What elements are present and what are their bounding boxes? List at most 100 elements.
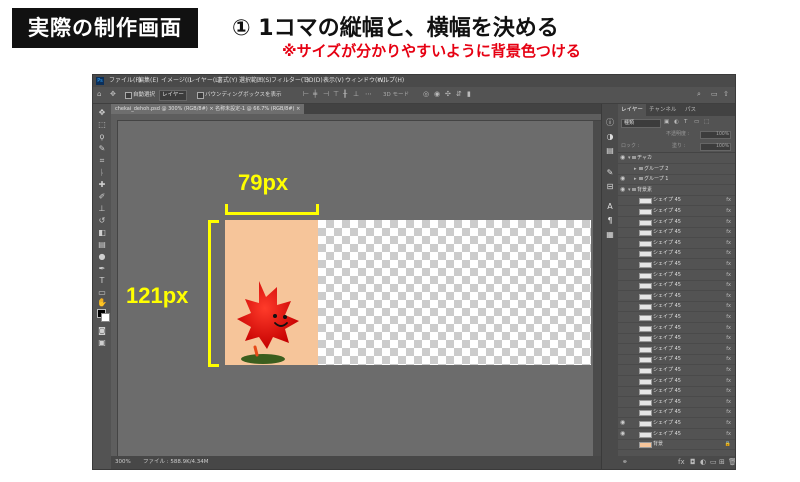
layer-row[interactable]: シェイプ 45 fx <box>618 323 735 334</box>
layer-row[interactable]: シェイプ 45 fx <box>618 312 735 323</box>
tab-layers[interactable]: レイヤー <box>618 104 646 116</box>
blur-tool-icon[interactable]: ● <box>97 252 107 261</box>
clone-stamp-tool-icon[interactable]: ⊥ <box>97 204 107 213</box>
layer-fx-badge[interactable]: fx <box>726 217 731 227</box>
paragraph-panel-icon[interactable]: ¶ <box>605 216 615 226</box>
hand-tool-icon[interactable]: ✋ <box>97 298 107 307</box>
quick-select-tool-icon[interactable]: ✎ <box>97 144 107 153</box>
healing-brush-tool-icon[interactable]: ✚ <box>97 180 107 189</box>
3d-scale-icon[interactable]: ▮ <box>467 90 474 98</box>
layer-fx-badge[interactable]: fx <box>726 227 731 237</box>
pen-tool-icon[interactable]: ✒ <box>97 264 107 273</box>
layer-fx-badge[interactable]: fx <box>726 418 731 428</box>
layer-row[interactable]: シェイプ 45 fx <box>618 354 735 366</box>
layer-row[interactable]: シェイプ 45 fx <box>618 270 735 281</box>
layer-row[interactable]: 背景 🔒 <box>618 439 735 451</box>
layer-row[interactable]: シェイプ 45 fx <box>618 195 735 207</box>
tab-paths[interactable]: パス <box>682 104 699 116</box>
layer-fx-badge[interactable]: fx <box>726 280 731 290</box>
document-tab[interactable]: chekai_dehoh.psd @ 300% (RGB/8#) × 名称未設定… <box>111 104 305 114</box>
layer-row[interactable]: シェイプ 45 fx <box>618 301 735 313</box>
brush-tool-icon[interactable]: ✐ <box>97 192 107 201</box>
menu-help[interactable]: ヘルプ(H) <box>377 75 404 87</box>
align-middle-icon[interactable]: ╫ <box>343 90 350 98</box>
shape-tool-icon[interactable]: ▭ <box>97 288 107 297</box>
layer-fx-badge[interactable]: fx <box>726 365 731 375</box>
layer-row[interactable]: シェイプ 45 fx <box>618 227 735 239</box>
opacity-input[interactable]: 100% <box>700 131 731 139</box>
menu-3d[interactable]: 3D(D) <box>305 75 323 87</box>
auto-select-target-select[interactable]: レイヤー <box>159 90 187 101</box>
layer-row[interactable]: シェイプ 45 fx <box>618 248 735 260</box>
layer-fx-badge[interactable]: fx <box>726 386 731 396</box>
3d-pan-icon[interactable]: ✣ <box>445 90 452 98</box>
layer-row[interactable]: シェイプ 45 fx <box>618 365 735 376</box>
layer-row[interactable]: シェイプ 45 fx <box>618 206 735 217</box>
link-layers-icon[interactable]: ⚭ <box>622 456 628 469</box>
layer-fx-badge[interactable]: fx <box>726 354 731 364</box>
menu-filter[interactable]: フィルター(T) <box>271 75 309 87</box>
3d-slide-icon[interactable]: ⇵ <box>456 90 463 98</box>
brush-panel-icon[interactable]: ✎ <box>605 168 615 178</box>
fill-input[interactable]: 100% <box>700 143 731 151</box>
layer-row[interactable]: シェイプ 45 fx <box>618 238 735 249</box>
group-caret-icon[interactable]: ▸ <box>634 174 637 184</box>
layer-row[interactable]: シェイプ 45 fx <box>618 376 735 387</box>
layer-row[interactable]: シェイプ 45 fx <box>618 397 735 408</box>
layer-row[interactable]: シェイプ 45 fx <box>618 280 735 292</box>
properties-panel-icon[interactable]: ▤ <box>605 146 615 156</box>
adjustments-panel-icon[interactable]: ⊟ <box>605 182 615 192</box>
add-mask-icon[interactable]: ◘ <box>690 456 696 469</box>
align-left-icon[interactable]: ⊢ <box>303 90 310 98</box>
vertical-scrollbar[interactable] <box>593 121 601 456</box>
layer-fx-badge[interactable]: fx <box>726 429 731 439</box>
layer-fx-badge[interactable]: fx <box>726 301 731 311</box>
zoom-level[interactable]: 300% <box>115 456 131 469</box>
visibility-eye-icon[interactable]: ◉ <box>620 153 626 163</box>
more-options-icon[interactable]: ⋯ <box>365 90 372 98</box>
menu-image[interactable]: イメージ(I) <box>161 75 191 87</box>
layer-row[interactable]: シェイプ 45 fx <box>618 259 735 270</box>
align-center-icon[interactable]: ╪ <box>313 90 320 98</box>
layer-row[interactable]: ◉ ▸ グループ 1 <box>618 174 735 186</box>
layer-row[interactable]: シェイプ 45 fx <box>618 291 735 302</box>
screen-mode-icon[interactable]: ▣ <box>97 338 107 347</box>
tab-channels[interactable]: チャンネル <box>646 104 679 116</box>
workspace-icon[interactable]: ▭ <box>711 90 718 98</box>
menu-view[interactable]: 表示(V) <box>323 75 344 87</box>
layer-fx-badge[interactable]: fx <box>726 323 731 333</box>
layer-kind-select[interactable]: 種類 <box>621 119 661 128</box>
layer-fx-badge[interactable]: fx <box>726 397 731 407</box>
layer-row[interactable]: シェイプ 45 fx <box>618 333 735 345</box>
visibility-eye-icon[interactable]: ◉ <box>620 429 626 439</box>
layer-row[interactable]: シェイプ 45 fx <box>618 386 735 398</box>
group-caret-icon[interactable]: ▾ <box>628 153 631 163</box>
layer-row[interactable]: ▸ グループ 2 <box>618 164 735 175</box>
history-brush-tool-icon[interactable]: ↺ <box>97 216 107 225</box>
new-layer-icon[interactable]: ⊞ <box>719 456 725 469</box>
menu-select[interactable]: 選択範囲(S) <box>239 75 272 87</box>
layer-row[interactable]: シェイプ 45 fx <box>618 407 735 419</box>
share-icon[interactable]: ⇧ <box>723 90 730 98</box>
visibility-eye-icon[interactable]: ◉ <box>620 174 626 184</box>
move-tool-icon[interactable]: ✥ <box>97 108 107 117</box>
menu-edit[interactable]: 編集(E) <box>138 75 158 87</box>
group-caret-icon[interactable]: ▾ <box>628 185 631 195</box>
layer-row[interactable]: ◉ ▾ 背景素 <box>618 185 735 196</box>
visibility-eye-icon[interactable]: ◉ <box>620 185 626 195</box>
layer-row[interactable]: シェイプ 45 fx <box>618 217 735 228</box>
layer-fx-badge[interactable]: fx <box>726 376 731 386</box>
layer-fx-badge[interactable]: fx <box>726 312 731 322</box>
layer-fx-badge[interactable]: fx <box>726 195 731 205</box>
layer-fx-badge[interactable]: fx <box>726 270 731 280</box>
3d-orbit-icon[interactable]: ◎ <box>423 90 430 98</box>
layer-fx-badge[interactable]: fx <box>726 238 731 248</box>
layer-row[interactable]: ◉ シェイプ 45 fx <box>618 418 735 429</box>
eyedropper-tool-icon[interactable]: ᚿ <box>97 168 107 177</box>
type-tool-icon[interactable]: T <box>97 276 107 285</box>
align-top-icon[interactable]: ⊤ <box>333 90 340 98</box>
document-canvas[interactable] <box>225 220 591 365</box>
filter-pixel-icon[interactable]: ▣ <box>664 117 669 128</box>
filter-adjust-icon[interactable]: ◐ <box>674 117 679 128</box>
3d-roll-icon[interactable]: ◉ <box>434 90 441 98</box>
